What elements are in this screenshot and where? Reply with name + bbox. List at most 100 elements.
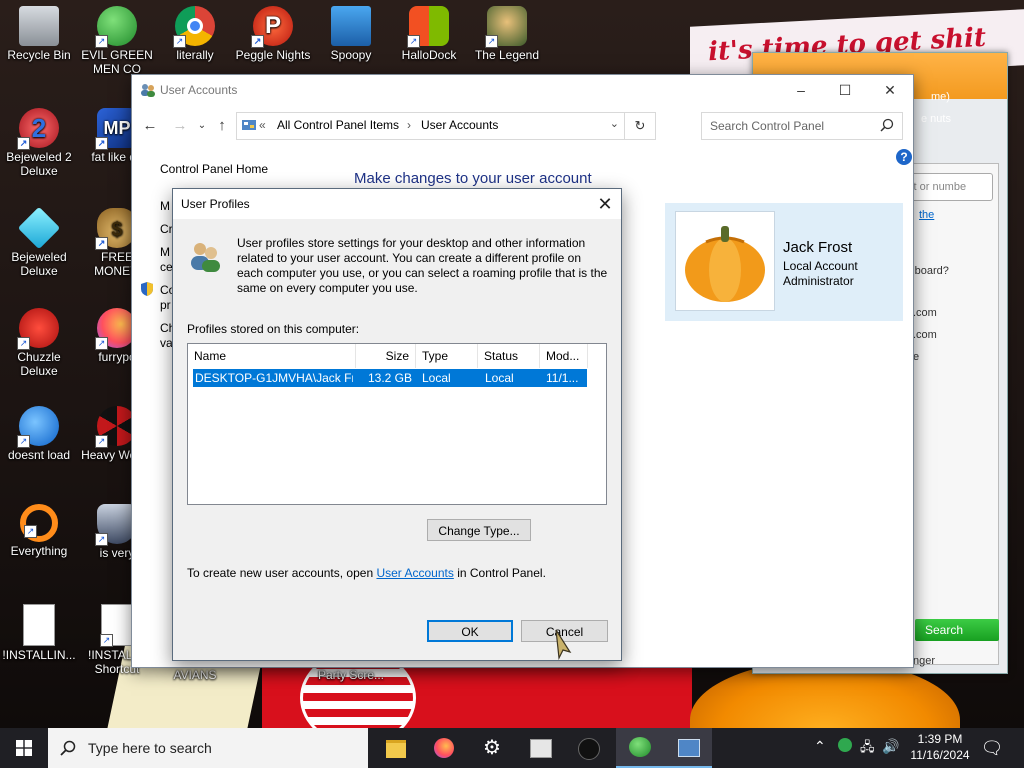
dialog-footer-text: To create new user accounts, open User A…: [187, 566, 546, 580]
forward-arrow-icon[interactable]: →: [170, 116, 190, 136]
address-bar[interactable]: « All Control Panel Items › User Account…: [236, 112, 656, 140]
clock-date: 11/16/2024: [910, 748, 970, 762]
desktop-icon-label: Party Scre...: [317, 668, 385, 682]
column-header-type[interactable]: Type: [416, 344, 478, 368]
desktop-icon-label: Bejeweled 2 Deluxe: [6, 150, 72, 178]
minimize-button[interactable]: –: [778, 75, 824, 105]
desktop-icon-avians[interactable]: AVIANS: [156, 668, 234, 682]
desktop-icon-peggle-nights[interactable]: P ↗ Peggle Nights: [234, 6, 312, 62]
address-dropdown-chevron-icon[interactable]: ⌄: [610, 117, 619, 130]
desktop-icon-label: literally: [176, 48, 214, 62]
left-link-fragment[interactable]: pr: [160, 298, 171, 312]
network-icon[interactable]: 🖧: [860, 738, 875, 760]
bejeweled2-icon: 2 ↗: [17, 108, 59, 150]
breadcrumb-all-items[interactable]: All Control Panel Items: [277, 118, 399, 132]
desktop-icon-label: !INSTALLIN...: [2, 648, 76, 662]
left-link-fragment[interactable]: ce: [160, 260, 173, 274]
user-profiles-dialog[interactable]: User Profiles ✕ User profiles store sett…: [172, 188, 622, 661]
desktop-icon-party-scre[interactable]: Party Scre...: [312, 668, 390, 682]
breadcrumb-chevron-icon[interactable]: ›: [407, 118, 411, 132]
desktop-icon-label: AVIANS: [173, 668, 217, 682]
dialog-title-bar: User Profiles ✕: [173, 189, 621, 219]
desktop-icon-recycle-bin[interactable]: Recycle Bin: [0, 6, 78, 62]
taskbar-app-window[interactable]: [516, 728, 564, 768]
maximize-button[interactable]: ☐: [822, 75, 868, 105]
back-arrow-icon[interactable]: ←: [140, 116, 160, 136]
desktop-icon-label: Chuzzle Deluxe: [17, 350, 61, 378]
dialog-title: User Profiles: [181, 197, 250, 211]
desktop-icon-evil-green-men[interactable]: ↗ EVIL GREEN MEN CO: [78, 6, 156, 76]
im-contact-input[interactable]: ct or numbe: [903, 173, 993, 201]
desktop-icon-label: doesnt load: [7, 448, 71, 462]
refresh-icon[interactable]: ↻: [624, 113, 655, 139]
taskbar-firefox[interactable]: [420, 728, 468, 768]
up-arrow-icon[interactable]: ↑: [212, 116, 232, 136]
taskbar-control-panel[interactable]: [664, 728, 712, 768]
chrome-icon: ↗: [173, 6, 215, 48]
peggle-icon: P ↗: [251, 6, 293, 48]
everything-search-icon: ↗: [20, 504, 58, 542]
column-header-name[interactable]: Name: [188, 344, 356, 368]
legend-icon: ↗: [485, 6, 527, 48]
recent-locations-chevron-icon[interactable]: ⌄: [192, 116, 212, 136]
volume-icon[interactable]: 🔊: [882, 738, 899, 755]
column-header-size[interactable]: Size: [356, 344, 416, 368]
breadcrumb-user-accounts[interactable]: User Accounts: [421, 118, 498, 132]
user-account-type: Local Account: [783, 259, 858, 273]
table-row[interactable]: DESKTOP-G1JMVHA\Jack Fr... 13.2 GB Local…: [193, 369, 587, 387]
profiles-list[interactable]: Name Size Type Status Mod... DESKTOP-G1J…: [187, 343, 607, 505]
desktop-icon-spoopy[interactable]: Spoopy: [312, 6, 390, 62]
desktop-icon-installing[interactable]: !INSTALLIN...: [0, 604, 78, 662]
help-icon[interactable]: ?: [896, 149, 912, 165]
footer-prefix: To create new user accounts, open: [187, 566, 374, 580]
taskbar-terminal[interactable]: [564, 728, 612, 768]
ok-button[interactable]: OK: [427, 620, 513, 642]
im-link[interactable]: the: [919, 209, 934, 221]
user-account-card: Jack Frost Local Account Administrator: [665, 203, 903, 321]
user-accounts-link[interactable]: User Accounts: [376, 566, 453, 580]
taskbar-file-explorer[interactable]: [372, 728, 420, 768]
left-link-fragment[interactable]: M: [160, 199, 170, 213]
dialog-close-icon[interactable]: ✕: [589, 189, 621, 219]
taskbar-im-app[interactable]: [616, 728, 664, 768]
desktop-icon-chuzzle[interactable]: ↗ Chuzzle Deluxe: [0, 308, 78, 378]
file-explorer-icon: [386, 740, 406, 758]
taskbar-clock[interactable]: 1:39 PM 11/16/2024: [905, 731, 975, 763]
dialog-description: User profiles store settings for your de…: [237, 236, 608, 295]
desktop-icon-hallodock[interactable]: ↗ HalloDock: [390, 6, 468, 62]
control-panel-home-link[interactable]: Control Panel Home: [160, 162, 268, 176]
taskbar-search-box[interactable]: Type here to search: [48, 728, 368, 768]
close-button[interactable]: ✕: [867, 75, 913, 105]
im-search-button[interactable]: Search: [915, 619, 999, 641]
left-link-fragment[interactable]: M: [160, 245, 170, 259]
control-panel-search-input[interactable]: Search Control Panel: [701, 112, 903, 140]
start-button[interactable]: [0, 728, 48, 768]
thunderbird-icon: ↗: [17, 406, 59, 448]
desktop-icon-everything[interactable]: ↗ Everything: [0, 504, 78, 558]
notification-icon[interactable]: 🗨: [980, 736, 1004, 760]
page-heading: Make changes to your user account: [354, 170, 592, 187]
taskbar-search-placeholder: Type here to search: [88, 740, 212, 756]
taskbar-settings[interactable]: ⚙: [468, 728, 516, 768]
tray-im-icon[interactable]: [838, 738, 852, 752]
left-link-fragment[interactable]: va: [160, 336, 173, 350]
column-header-status[interactable]: Status: [478, 344, 540, 368]
cell-name: DESKTOP-G1JMVHA\Jack Fr...: [195, 371, 353, 385]
column-header-modified[interactable]: Mod...: [540, 344, 588, 368]
left-link-fragment[interactable]: Cr: [160, 222, 173, 236]
computers-icon: [331, 6, 371, 46]
uac-shield-icon: [141, 282, 153, 296]
user-accounts-icon: [141, 84, 155, 97]
desktop-icon-doesnt-load[interactable]: ↗ doesnt load: [0, 406, 78, 462]
desktop-icon-label: Peggle Nights: [235, 48, 311, 62]
desktop-icon-bejeweled-2[interactable]: 2 ↗ Bejeweled 2 Deluxe: [0, 108, 78, 178]
desktop-icon-the-legend[interactable]: ↗ The Legend: [468, 6, 546, 62]
im-status-line-2: e nuts: [921, 113, 951, 125]
user-name: Jack Frost: [783, 239, 853, 256]
terminal-icon: [578, 738, 600, 760]
change-type-button[interactable]: Change Type...: [427, 519, 531, 541]
footer-suffix: in Control Panel.: [457, 566, 546, 580]
desktop-icon-literally[interactable]: ↗ literally: [156, 6, 234, 62]
desktop-icon-bejeweled[interactable]: Bejeweled Deluxe: [0, 206, 78, 278]
tray-chevron-up-icon[interactable]: ⌃: [814, 738, 826, 755]
